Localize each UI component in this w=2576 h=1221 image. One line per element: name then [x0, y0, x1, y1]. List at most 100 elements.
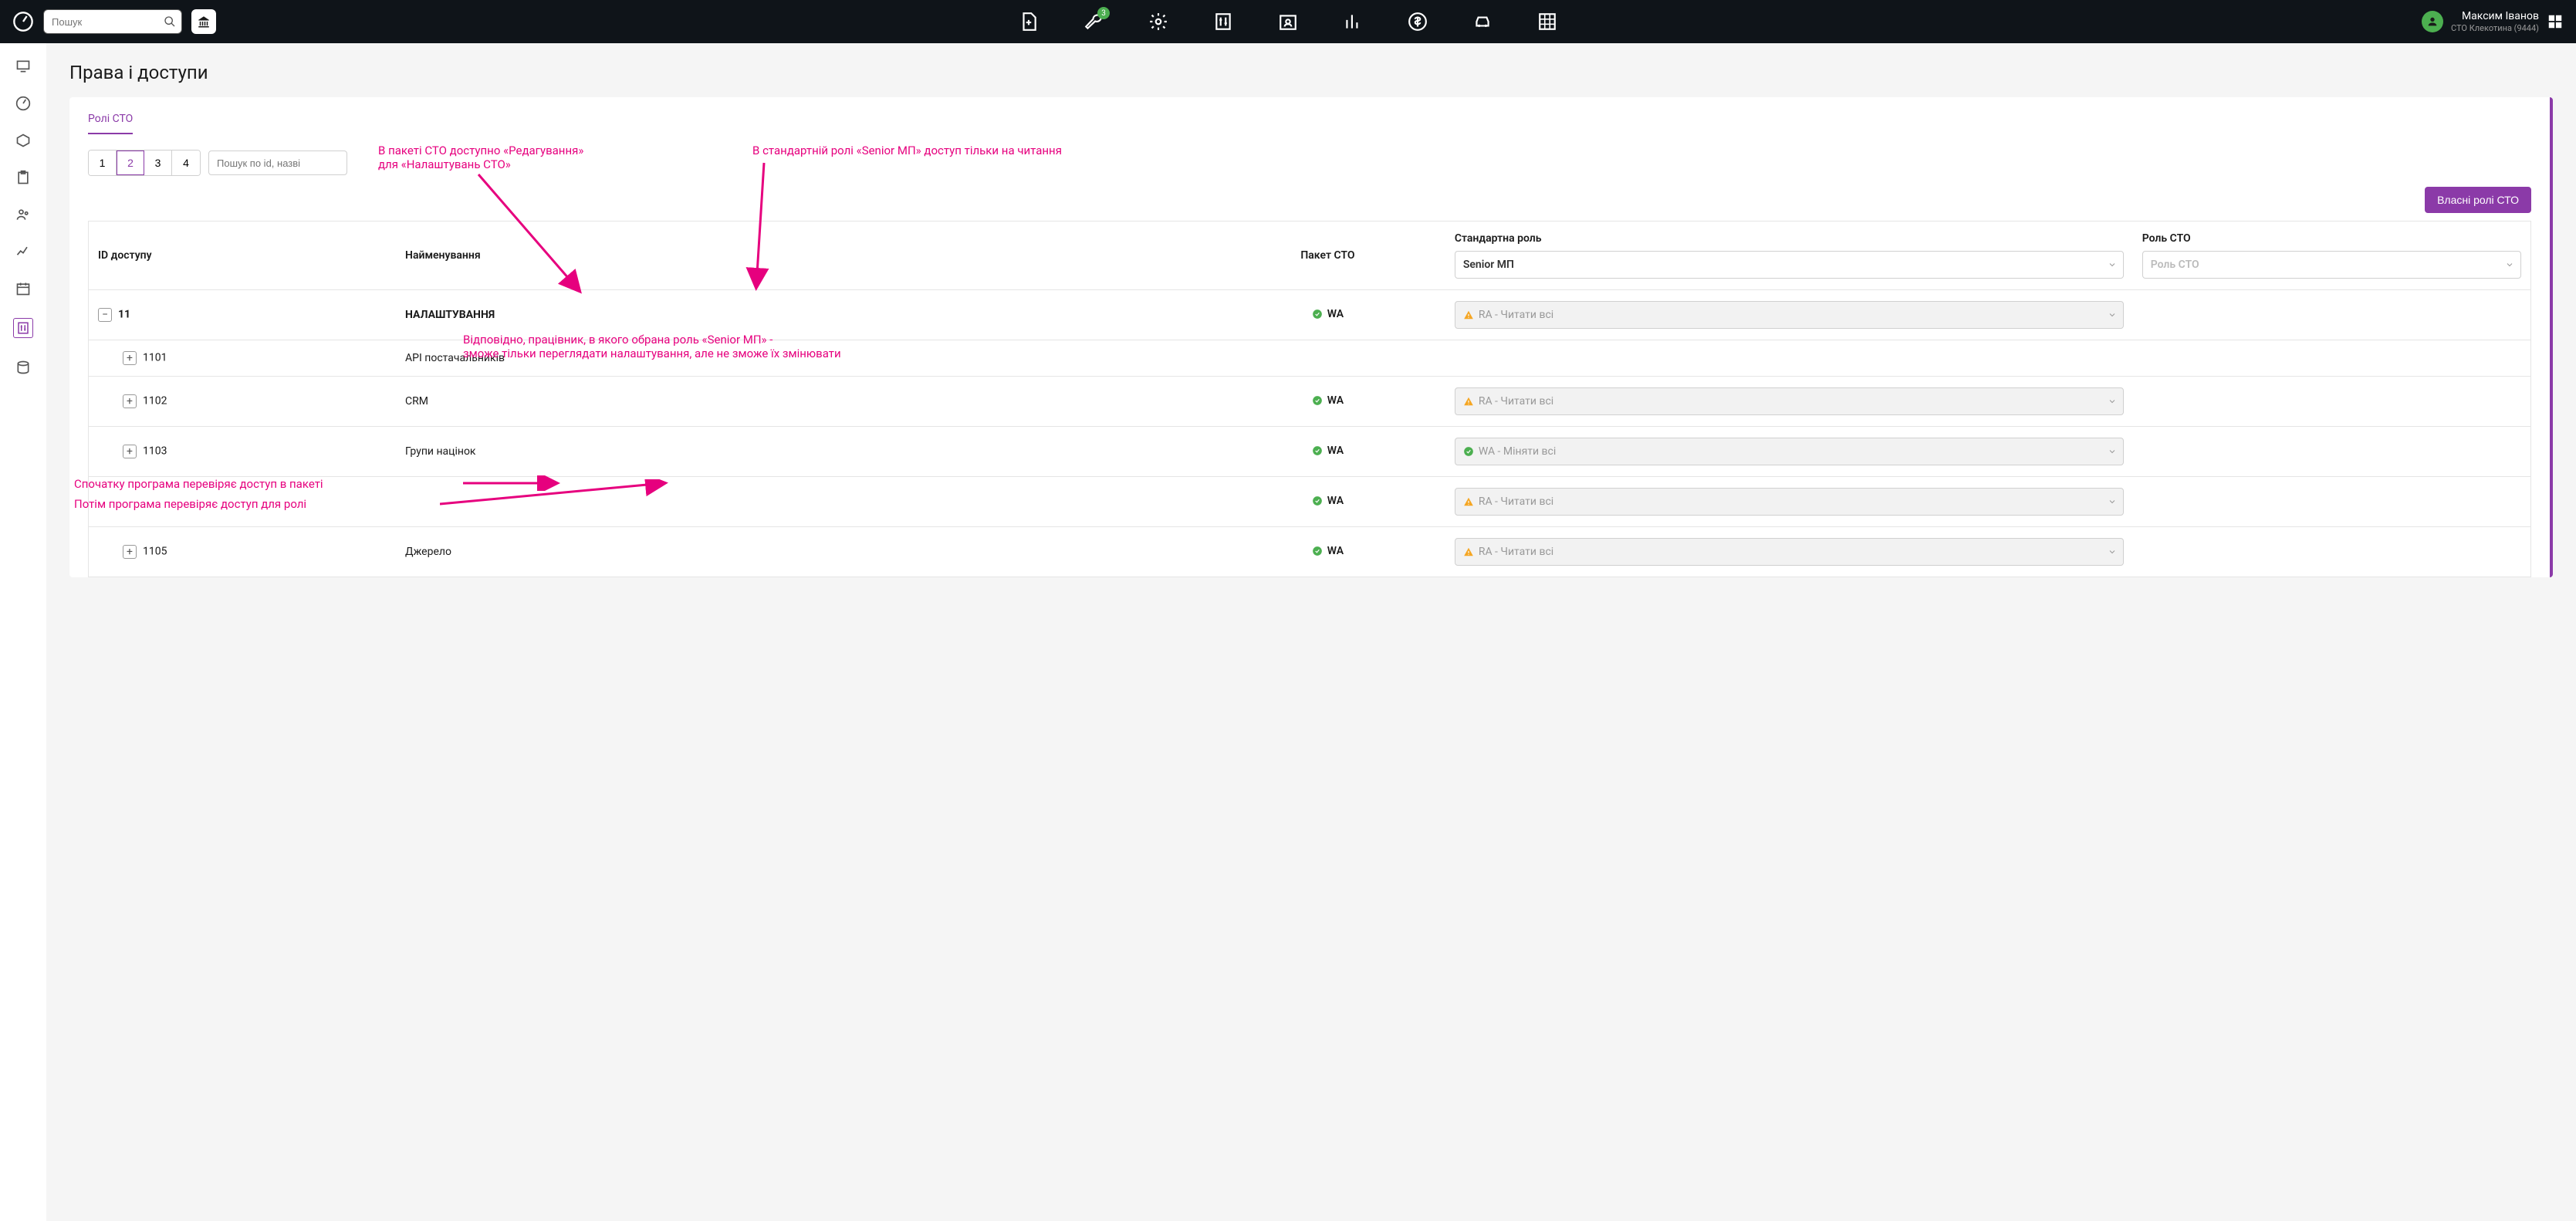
- cell-id: 1101: [143, 352, 167, 364]
- bank-button[interactable]: [191, 9, 216, 34]
- pager-1[interactable]: 1: [89, 151, 117, 175]
- chevron-down-icon: [2108, 497, 2117, 506]
- check-icon: [1463, 446, 1474, 457]
- user-icon: [2426, 15, 2439, 28]
- sidebar-item-calendar[interactable]: [15, 281, 31, 296]
- cell-pkg: WA: [1327, 495, 1344, 507]
- schedule-button[interactable]: [1278, 12, 1298, 32]
- service-button[interactable]: 3: [1083, 12, 1104, 32]
- permissions-table: ID доступу Найменування Пакет СТО Станда…: [88, 221, 2531, 577]
- own-roles-button[interactable]: Власні ролі СТО: [2425, 187, 2531, 213]
- sidebar-item-box[interactable]: [15, 133, 31, 148]
- vehicles-button[interactable]: [1472, 12, 1493, 32]
- role-select[interactable]: RA - Читати всі: [1455, 538, 2124, 566]
- check-icon: [1312, 309, 1323, 320]
- table-row: +1102 CRM WA RA - Читати всі: [89, 377, 2531, 427]
- finance-button[interactable]: [1408, 12, 1428, 32]
- std-role-select[interactable]: Senior МП: [1455, 251, 2124, 279]
- cell-role: RA - Читати всі: [1479, 546, 1553, 558]
- check-icon: [1312, 395, 1323, 406]
- role-select[interactable]: RA - Читати всі: [1455, 488, 2124, 516]
- sliders-icon: [1213, 12, 1233, 32]
- sto-role-placeholder: Роль СТО: [2151, 259, 2199, 271]
- cell-id: 1102: [143, 395, 167, 408]
- chevron-down-icon: [2505, 260, 2514, 269]
- pager-2[interactable]: 2: [117, 151, 144, 175]
- sidebar: [0, 43, 46, 1221]
- chevron-down-icon: [2108, 260, 2117, 269]
- warn-icon: [1463, 546, 1474, 557]
- cell-name: НАЛАШТУВАННЯ: [396, 290, 1210, 340]
- pager-4[interactable]: 4: [172, 151, 200, 175]
- user-info: Максим Іванов СТО Клекотина (9444): [2451, 10, 2539, 33]
- col-name: Найменування: [396, 222, 1210, 290]
- filter-input[interactable]: [208, 151, 347, 175]
- grid-button[interactable]: [1537, 12, 1557, 32]
- cell-name: Джерело: [396, 527, 1210, 577]
- cell-name: Групи націнок: [396, 427, 1210, 477]
- role-select[interactable]: RA - Читати всі: [1455, 301, 2124, 329]
- user-sub: СТО Клекотина (9444): [2451, 23, 2539, 33]
- bank-icon: [197, 15, 211, 29]
- settings-button[interactable]: [1148, 12, 1168, 32]
- table-row: −11 НАЛАШТУВАННЯ WA RA - Читати всі: [89, 290, 2531, 340]
- pager-3[interactable]: 3: [144, 151, 172, 175]
- tab-roles[interactable]: Ролі СТО: [88, 113, 133, 134]
- warn-icon: [1463, 496, 1474, 507]
- col-std-role-label: Стандартна роль: [1455, 232, 2124, 245]
- sidebar-item-people[interactable]: [15, 207, 31, 222]
- sidebar-item-dashboard[interactable]: [15, 59, 31, 74]
- cell-role: RA - Читати всі: [1479, 496, 1553, 508]
- std-role-value: Senior МП: [1463, 259, 1514, 271]
- apps-icon[interactable]: [2547, 13, 2564, 30]
- search-input[interactable]: [43, 9, 182, 34]
- warn-icon: [1463, 309, 1474, 320]
- roles-card: Ролі СТО 1 2 3 4 Власні ролі СТО ID дост…: [69, 97, 2553, 577]
- col-sto-role-label: Роль СТО: [2142, 232, 2521, 245]
- sto-role-select[interactable]: Роль СТО: [2142, 251, 2521, 279]
- chevron-down-icon: [2108, 310, 2117, 320]
- table-row: +1101 API постачальників: [89, 340, 2531, 377]
- expand-toggle[interactable]: +: [123, 394, 137, 408]
- col-pkg: Пакет СТО: [1210, 222, 1445, 290]
- grid-icon: [1537, 12, 1557, 32]
- pager: 1 2 3 4: [88, 150, 201, 176]
- notification-badge: 3: [1097, 7, 1110, 19]
- logo-icon[interactable]: [12, 11, 34, 32]
- controls-button[interactable]: [1213, 12, 1233, 32]
- cell-role: RA - Читати всі: [1479, 395, 1553, 408]
- role-select[interactable]: WA - Міняти всі: [1455, 438, 2124, 465]
- stats-button[interactable]: [1343, 12, 1363, 32]
- col-sto-role: Роль СТО Роль СТО: [2133, 222, 2531, 290]
- collapse-toggle[interactable]: −: [98, 308, 112, 322]
- new-document-button[interactable]: [1019, 12, 1039, 32]
- cell-pkg: WA: [1327, 445, 1344, 457]
- warn-icon: [1463, 396, 1474, 407]
- check-icon: [1312, 496, 1323, 506]
- sidebar-item-gauge[interactable]: [15, 96, 31, 111]
- calendar-user-icon: [1278, 12, 1298, 32]
- sidebar-item-database[interactable]: [15, 360, 31, 375]
- cell-id: 1103: [143, 445, 167, 458]
- cell-role: RA - Читати всі: [1479, 309, 1553, 321]
- user-name: Максим Іванов: [2451, 10, 2539, 23]
- table-row: +1103 Групи націнок WA WA - Міняти всі: [89, 427, 2531, 477]
- chevron-down-icon: [2108, 547, 2117, 556]
- cell-pkg: WA: [1327, 394, 1344, 407]
- expand-toggle[interactable]: +: [123, 351, 137, 365]
- role-select[interactable]: RA - Читати всі: [1455, 387, 2124, 415]
- sidebar-item-permissions[interactable]: [13, 318, 33, 338]
- cell-pkg: WA: [1327, 545, 1344, 557]
- gear-icon: [1148, 12, 1168, 32]
- car-icon: [1472, 12, 1493, 32]
- topbar-icons: 3: [1019, 12, 1557, 32]
- sidebar-item-analytics[interactable]: [15, 244, 31, 259]
- cell-role: WA - Міняти всі: [1479, 445, 1556, 458]
- chevron-down-icon: [2108, 397, 2117, 406]
- bars-icon: [1343, 12, 1363, 32]
- sidebar-item-clipboard[interactable]: [15, 170, 31, 185]
- expand-toggle[interactable]: +: [123, 445, 137, 458]
- expand-toggle[interactable]: +: [123, 545, 137, 559]
- main-content: Права і доступи Ролі СТО 1 2 3 4 Власні …: [46, 43, 2576, 1221]
- user-area[interactable]: Максим Іванов СТО Клекотина (9444): [2422, 10, 2564, 33]
